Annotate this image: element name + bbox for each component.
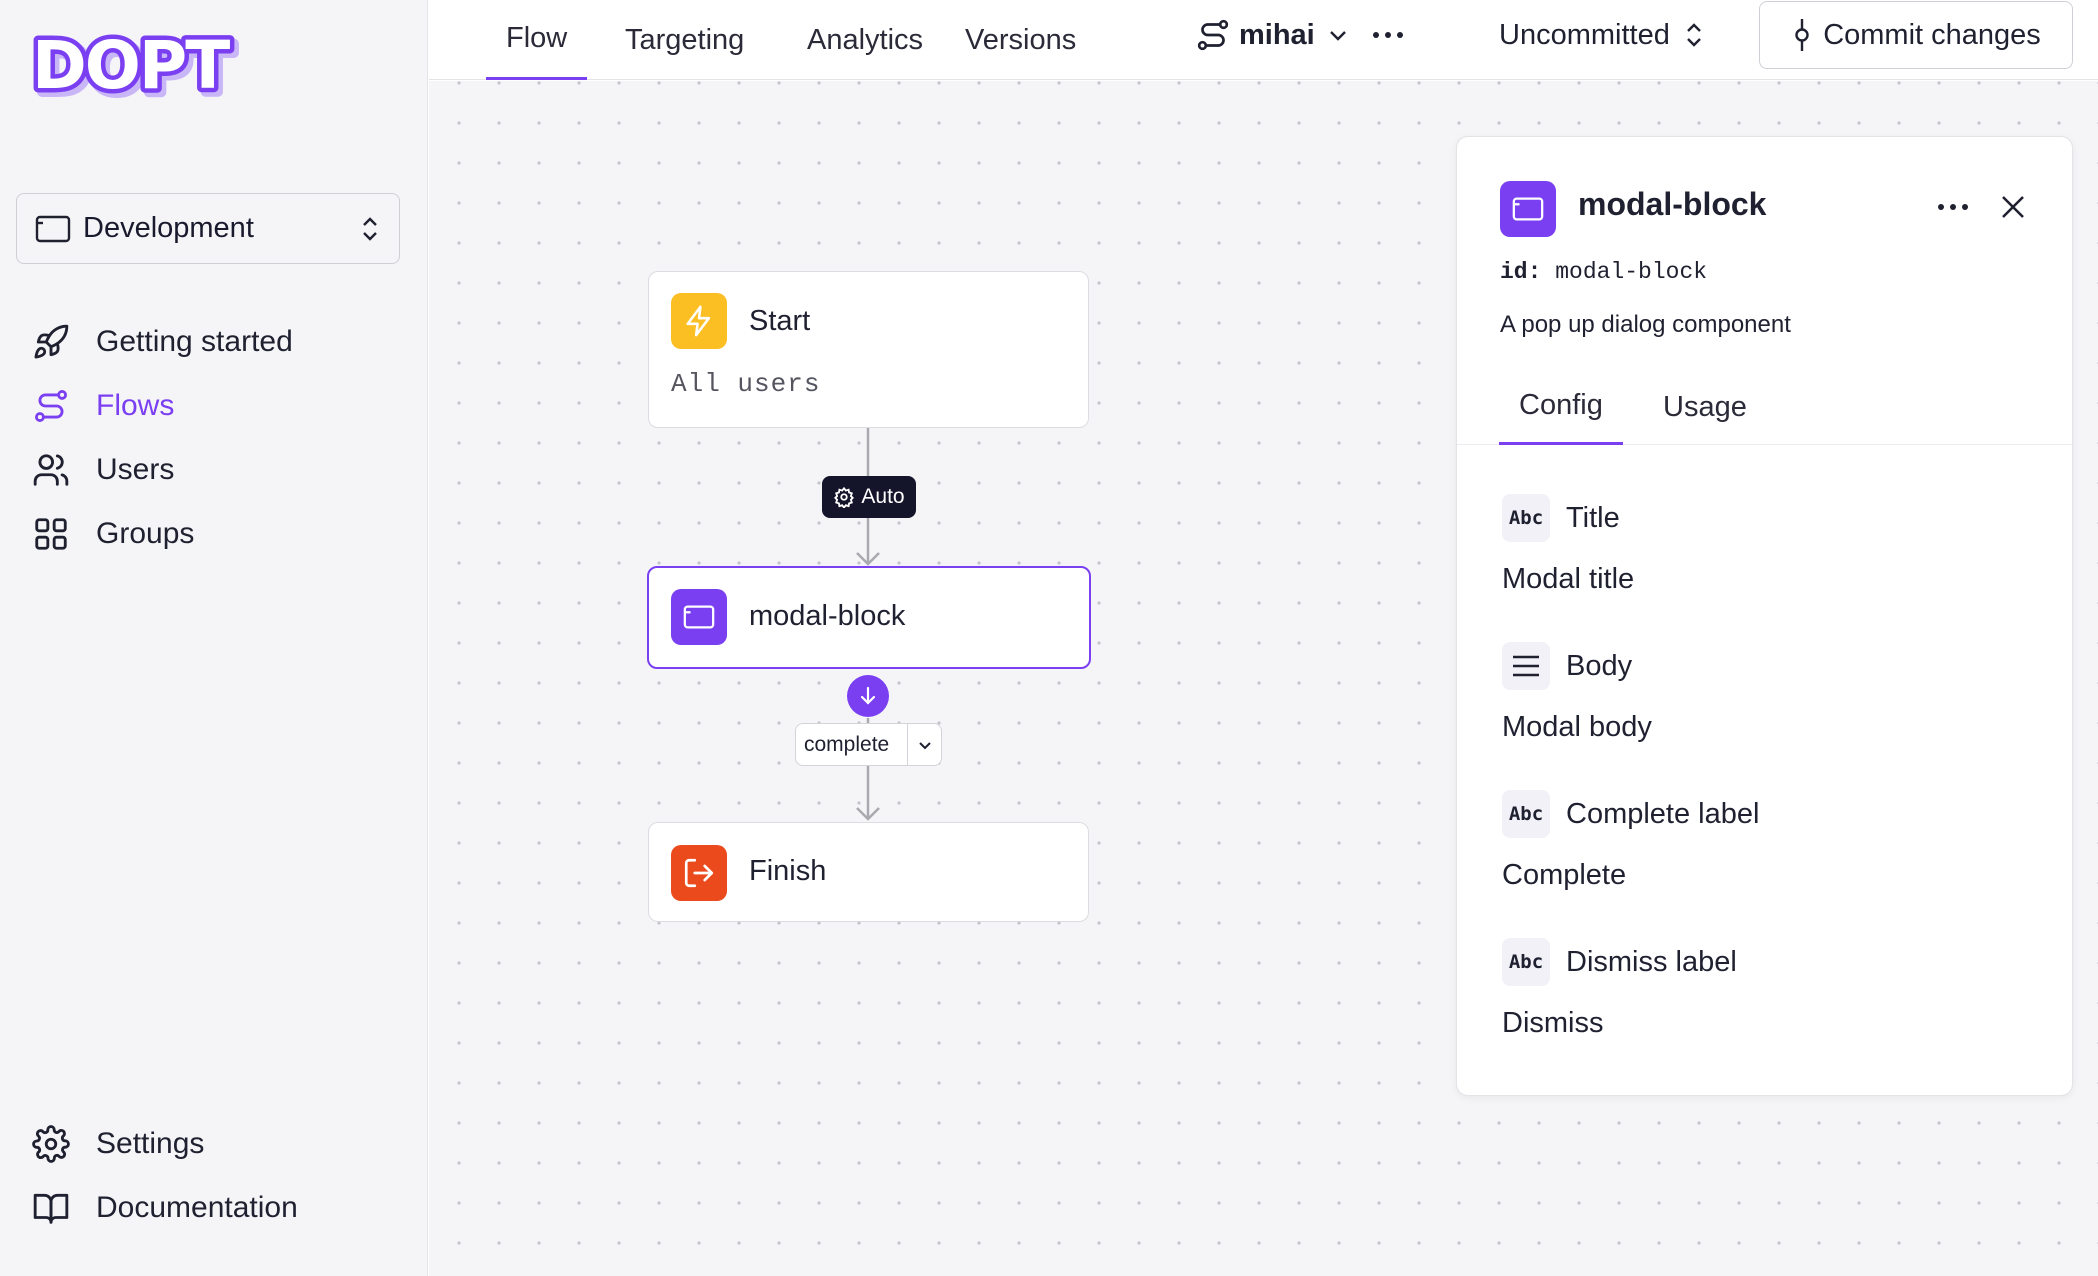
field-complete-label[interactable]: Abc Complete label Complete — [1502, 787, 2042, 892]
block-id: id: modal-block — [1500, 259, 1707, 285]
block-description: A pop up dialog component — [1500, 311, 1791, 338]
close-icon[interactable] — [1993, 187, 2033, 227]
panel-title: modal-block — [1578, 186, 1767, 222]
text-type-icon: Abc — [1502, 494, 1550, 542]
add-edge-handle[interactable] — [847, 675, 889, 717]
field-name: Body — [1566, 649, 1633, 682]
arrow-down-icon — [860, 686, 876, 705]
block-id-value: modal-block — [1555, 259, 1708, 285]
finish-node[interactable]: Finish — [648, 822, 1089, 922]
field-body[interactable]: Body Modal body — [1502, 639, 2042, 744]
field-title[interactable]: Abc Title Modal title — [1502, 491, 2042, 596]
modal-icon — [1500, 181, 1556, 237]
start-title: Start — [749, 305, 811, 337]
field-value: Dismiss — [1502, 1007, 1604, 1039]
tab-usage[interactable]: Usage — [1643, 369, 1767, 445]
text-type-icon: Abc — [1502, 790, 1550, 838]
edge-label-select[interactable]: complete — [795, 723, 942, 766]
transition-badge[interactable]: Auto — [822, 476, 916, 518]
chevron-down-icon — [908, 737, 941, 753]
exit-icon — [671, 845, 727, 901]
field-name: Complete label — [1566, 797, 1760, 830]
block-details-panel: modal-block id: modal-block A pop up dia… — [1456, 136, 2073, 1096]
field-name: Title — [1566, 501, 1620, 534]
transition-label: Auto — [861, 485, 905, 508]
block-id-label: id: — [1500, 259, 1542, 285]
modal-block-node[interactable]: modal-block — [647, 566, 1091, 669]
field-dismiss-label[interactable]: Abc Dismiss label Dismiss — [1502, 935, 2042, 1040]
field-name: Dismiss label — [1566, 945, 1737, 978]
field-value: Modal body — [1502, 711, 1652, 743]
block-title: modal-block — [749, 600, 906, 632]
gear-icon — [834, 486, 855, 508]
start-node[interactable]: Start All users — [648, 271, 1089, 428]
text-type-icon: Abc — [1502, 938, 1550, 986]
paragraph-type-icon — [1502, 642, 1550, 690]
panel-tabs: Config Usage — [1457, 369, 2072, 445]
lightning-icon — [671, 293, 727, 349]
tab-config[interactable]: Config — [1499, 369, 1623, 445]
finish-title: Finish — [749, 855, 827, 887]
more-icon[interactable] — [1933, 187, 1973, 227]
field-value: Modal title — [1502, 563, 1635, 595]
modal-icon — [671, 589, 727, 645]
field-value: Complete — [1502, 859, 1627, 891]
start-subtitle: All users — [671, 369, 821, 399]
edge-label: complete — [796, 724, 908, 765]
